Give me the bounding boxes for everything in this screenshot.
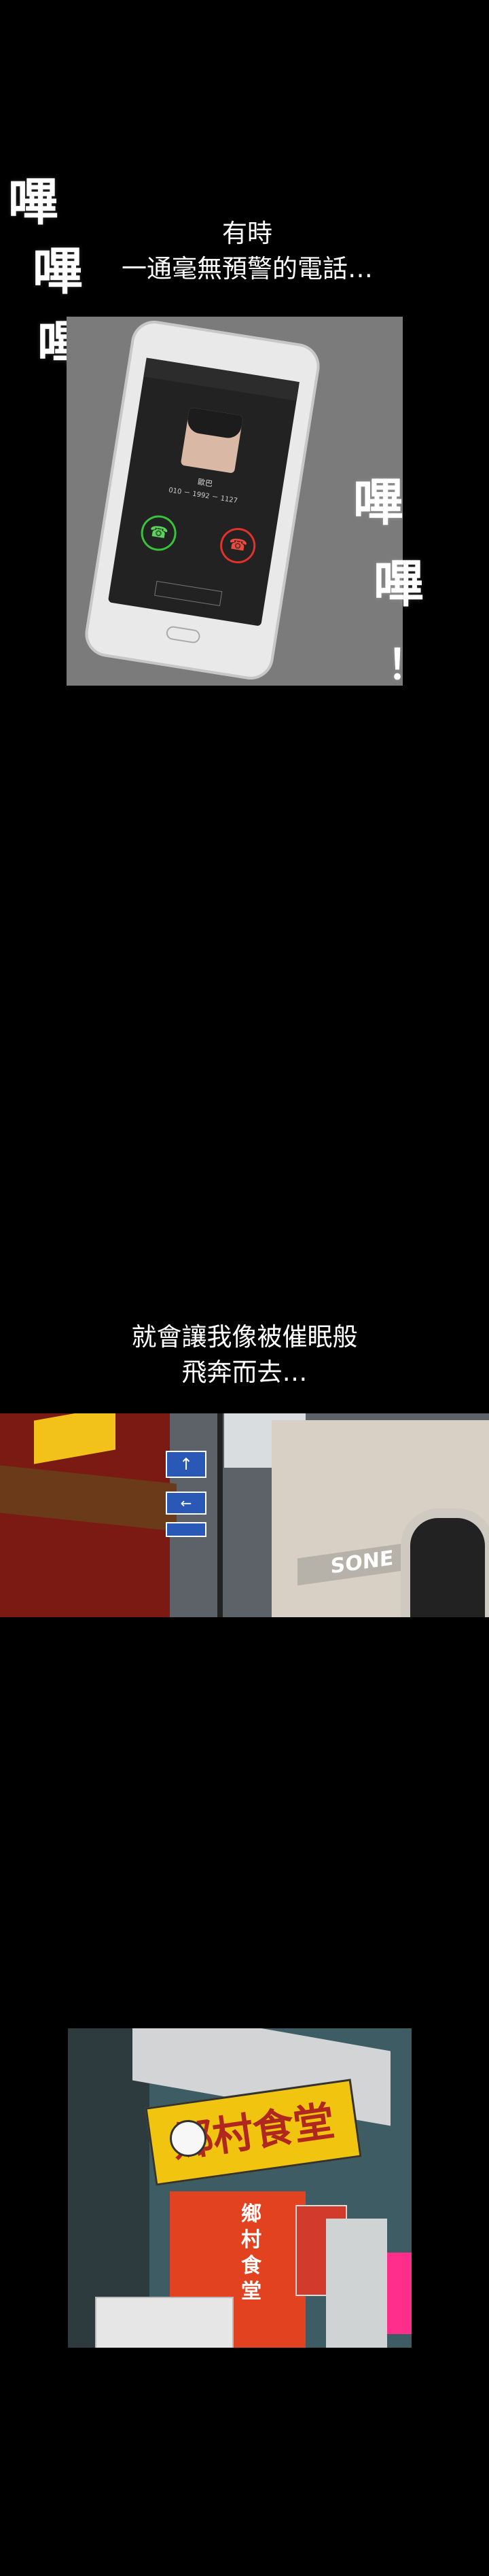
smartphone: 歐巴 010 － 1992 － 1127 ☎ ☎ <box>82 317 323 683</box>
caption-2-line-2: 飛奔而去… <box>181 1358 308 1387</box>
vending-machine <box>326 2219 387 2348</box>
vertical-neon-sign <box>387 2253 412 2334</box>
phone-answer-icon: ☎ <box>148 523 170 543</box>
caption-2-line-1: 就會讓我像被催眠般 <box>131 1322 358 1352</box>
road-sign <box>166 1522 206 1537</box>
decline-call-button: ☎ <box>217 525 258 566</box>
sfx-exclaim: ！ <box>387 641 428 689</box>
arrow-left-sign: ← <box>166 1492 206 1515</box>
air-conditioner-unit <box>95 2297 234 2348</box>
phone-screen: 歐巴 010 － 1992 － 1127 ☎ ☎ <box>107 357 300 627</box>
phone-home-button <box>165 625 201 644</box>
phone-decline-icon: ☎ <box>227 535 249 555</box>
sign-lamp <box>170 2120 206 2157</box>
caption-1-line-2: 一通毫無預警的電話… <box>122 254 373 283</box>
restaurant-panel: 鄉村食堂 鄉村食堂 <box>68 2028 412 2348</box>
phone-panel: 歐巴 010 － 1992 － 1127 ☎ ☎ <box>67 317 403 686</box>
restaurant-side-text: 鄉村食堂 <box>241 2202 261 2304</box>
arrow-up-sign: ↑ <box>166 1451 206 1478</box>
arched-entrance <box>401 1508 489 1617</box>
utility-pole <box>217 1413 223 1617</box>
caption-1-line-1: 有時 <box>222 219 272 248</box>
caption-2: 就會讓我像被催眠般 飛奔而去… <box>0 1320 489 1390</box>
answer-call-button: ☎ <box>138 512 179 554</box>
caption-1: 有時 一通毫無預警的電話… <box>0 216 489 287</box>
phone-bottom-button <box>154 580 223 606</box>
sfx-beep-5: 嗶 <box>374 555 424 614</box>
street-panel: ↑ ← SONE <box>0 1413 489 1617</box>
sfx-beep-4: 嗶 <box>353 474 403 532</box>
incoming-call-header <box>143 357 300 401</box>
